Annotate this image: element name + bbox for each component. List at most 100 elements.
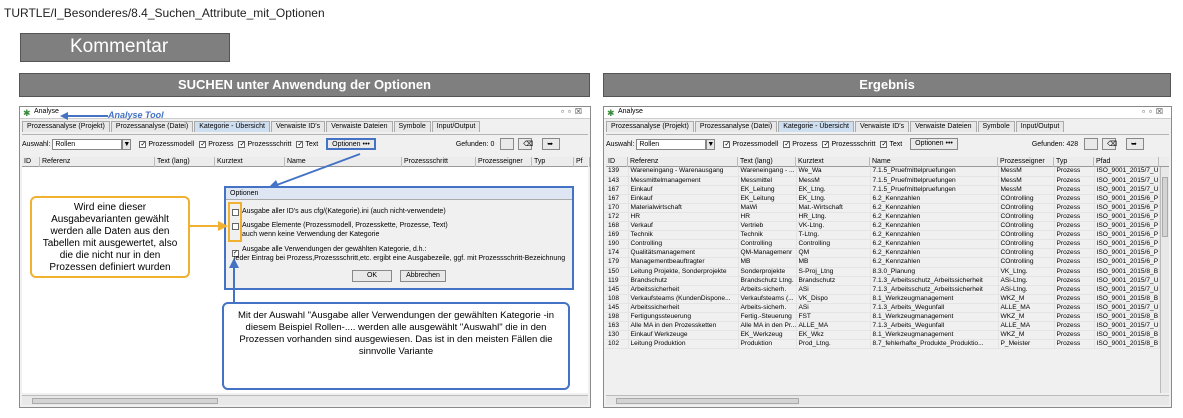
column-header[interactable]: ID xyxy=(606,157,628,167)
column-header[interactable]: Prozesseigner xyxy=(476,157,532,167)
table-row[interactable]: 174 Qualitätsmanagement QM-Managemenr QM 6.2… xyxy=(606,248,1160,259)
tab-symbole[interactable]: Symbole xyxy=(977,121,1015,132)
tab-prozessanalyse-datei[interactable]: Prozessanalyse (Datei) xyxy=(110,121,194,132)
table-cell: Technik xyxy=(738,230,797,241)
table-row[interactable]: 145 Arbeitssicherheit Arbeits-sicherh. ASi 7… xyxy=(606,303,1160,314)
checkbox-prozessschritt[interactable]: ✓ xyxy=(822,140,830,148)
table-cell: HR_Ltng. xyxy=(796,212,871,223)
edit-icon[interactable]: ⌫ xyxy=(518,138,533,150)
table-row[interactable]: 169 Technik Technik T-Ltng. 6.2_Kennzahlen CO… xyxy=(606,230,1160,241)
table-cell: Controlling xyxy=(796,239,871,250)
column-header[interactable]: Pfad xyxy=(1094,157,1159,167)
tab-input-output[interactable]: Input/Output xyxy=(1015,121,1065,132)
results-table: 139 Wareneingang - Warenausgang Wareneinga… xyxy=(606,167,1160,350)
tab-prozessanalyse-datei[interactable]: Prozessanalyse (Datei) xyxy=(694,121,778,132)
table-row[interactable]: 172 HR HR HR_Ltng. 6.2_Kennzahlen COntrolling… xyxy=(606,212,1160,223)
table-cell: Prozess xyxy=(1054,194,1095,204)
options-dialog: Optionen Ausgabe aller ID's aus cfg/(Kat… xyxy=(224,186,574,290)
option-label: Ausgabe aller ID's aus cfg/(Kategorie).i… xyxy=(242,208,446,215)
tab-verwaiste-ids[interactable]: Verwaiste ID's xyxy=(270,121,326,132)
column-header[interactable]: ID xyxy=(22,157,40,167)
column-header[interactable]: Text (lang) xyxy=(738,157,796,167)
column-header[interactable]: Kurztext xyxy=(796,157,870,167)
clear-button[interactable] xyxy=(1084,138,1099,150)
column-header[interactable]: Typ xyxy=(532,157,574,167)
table-row[interactable]: 179 Managementbeauftragter MB MB 6.2_Kennzah… xyxy=(606,257,1160,268)
tab-kategorie-uebersicht[interactable]: Kategorie - Übersicht xyxy=(778,121,854,132)
window-controls[interactable]: ▫▫☒ xyxy=(1142,107,1167,116)
table-cell: ISO_9001_2015/8_B xyxy=(1094,294,1160,304)
checkbox-prozessschritt[interactable]: ✓ xyxy=(238,140,246,148)
table-row[interactable]: 139 Wareneingang - Warenausgang Wareneinga… xyxy=(606,167,1160,177)
table-row[interactable]: 150 Leitung Projekte, Sonderprojekte Sonde… xyxy=(606,267,1160,277)
table-cell: EK_Ltng. xyxy=(796,194,871,204)
table-row[interactable]: 163 Alle MA in den Prozessketten Alle MA i… xyxy=(606,321,1160,332)
table-cell: Einkauf xyxy=(628,185,739,195)
table-row[interactable]: 108 Verkaufsteams (KundenDispone... Verkau… xyxy=(606,294,1160,304)
tab-kategorie-uebersicht[interactable]: Kategorie - Übersicht xyxy=(194,121,270,132)
tab-prozessanalyse-projekt[interactable]: Prozessanalyse (Projekt) xyxy=(22,121,110,132)
tab-verwaiste-ids[interactable]: Verwaiste ID's xyxy=(854,121,910,132)
table-row[interactable]: 143 Messmittelmanagement Messmittel MessM 7.… xyxy=(606,176,1160,186)
tab-symbole[interactable]: Symbole xyxy=(393,121,431,132)
column-header[interactable]: Referenz xyxy=(628,157,738,167)
column-header[interactable]: Typ xyxy=(1054,157,1094,167)
table-row[interactable]: 168 Verkauf Vertrieb VK-Ltng. 6.2_Kennzahlen… xyxy=(606,221,1160,232)
options-button[interactable]: Optionen ••• xyxy=(326,138,376,150)
column-header[interactable]: Prozesseigner xyxy=(998,157,1054,167)
checkbox-text[interactable]: ✓ xyxy=(880,140,888,148)
table-cell: ISO_9001_2015/7_U xyxy=(1094,167,1160,177)
table-cell: Fertigungssteuerung xyxy=(628,312,739,323)
ok-button[interactable]: OK xyxy=(352,270,392,282)
checkbox-prozessmodell[interactable]: ✓ xyxy=(723,140,731,148)
table-cell: T-Ltng. xyxy=(796,230,871,241)
window-controls[interactable]: ▫▫☒ xyxy=(561,107,586,116)
checkbox-label: Prozessschritt xyxy=(247,140,292,148)
table-cell: P_Meister xyxy=(998,339,1055,350)
table-cell: 8.1_Werkzeugmanagement xyxy=(870,294,999,304)
horizontal-scrollbar[interactable] xyxy=(22,395,588,405)
horizontal-scrollbar[interactable] xyxy=(606,395,1169,405)
table-row[interactable]: 167 Einkauf EK_Leitung EK_Ltng. 6.2_Kennzahl… xyxy=(606,194,1160,204)
checkbox-text[interactable]: ✓ xyxy=(296,140,304,148)
chevron-down-icon[interactable]: ▼ xyxy=(706,138,716,150)
table-row[interactable]: 119 Brandschutz Brandschutz Ltng. Brandschu… xyxy=(606,276,1160,286)
checkbox-prozess[interactable]: ✓ xyxy=(783,140,791,148)
cancel-button[interactable]: Abbrechen xyxy=(400,270,446,282)
clear-button[interactable] xyxy=(500,138,515,150)
table-cell: Prozess xyxy=(1054,303,1095,314)
run-arrow-icon[interactable]: ➥ xyxy=(542,138,561,150)
edit-icon[interactable]: ⌫ xyxy=(1102,138,1117,150)
tab-prozessanalyse-projekt[interactable]: Prozessanalyse (Projekt) xyxy=(606,121,694,132)
table-cell: EK_Leitung xyxy=(738,194,797,204)
options-button[interactable]: Optionen ••• xyxy=(910,138,958,150)
auswahl-select[interactable]: Rollen xyxy=(636,138,707,150)
tab-verwaiste-dateien[interactable]: Verwaiste Dateien xyxy=(326,121,393,132)
auswahl-select[interactable]: Rollen xyxy=(52,138,123,150)
column-header[interactable]: Prozessschritt xyxy=(402,157,476,167)
table-cell: Wareneingang - ... xyxy=(738,167,797,177)
table-row[interactable]: 167 Einkauf EK_Leitung EK_Ltng. 7.1.5_Pruefm… xyxy=(606,185,1160,195)
column-header[interactable]: Pf xyxy=(574,157,590,167)
table-cell: Prozess xyxy=(1054,239,1095,250)
chevron-down-icon[interactable]: ▼ xyxy=(122,138,132,150)
vertical-scrollbar[interactable] xyxy=(1160,167,1169,393)
column-header[interactable]: Name xyxy=(870,157,998,167)
checkbox-prozessmodell[interactable]: ✓ xyxy=(139,140,147,148)
table-row[interactable]: 170 Materialwirtschaft MaWi Mat.-Wirtschaft… xyxy=(606,203,1160,213)
table-row[interactable]: 102 Leitung Produktion Produktion Prod_Ltng… xyxy=(606,339,1160,350)
table-cell: Materialwirtschaft xyxy=(628,203,739,213)
tab-input-output[interactable]: Input/Output xyxy=(431,121,481,132)
checkbox-prozess[interactable]: ✓ xyxy=(199,140,207,148)
table-cell: Brandschutz Ltng. xyxy=(738,276,797,286)
column-header[interactable]: Text (lang) xyxy=(155,157,215,167)
tab-verwaiste-dateien[interactable]: Verwaiste Dateien xyxy=(910,121,977,132)
run-arrow-icon[interactable]: ➥ xyxy=(1126,138,1145,150)
table-row[interactable]: 145 Arbeitssicherheit Arbeits-sicherh. ASi 7… xyxy=(606,285,1160,295)
table-row[interactable]: 198 Fertigungssteuerung Fertig.-Steuerung F… xyxy=(606,312,1160,323)
table-row[interactable]: 130 Einkauf Werkzeuge EK_Werkzeug EK_Wkz 8.1… xyxy=(606,330,1160,341)
table-cell: Controlling xyxy=(628,239,739,250)
table-row[interactable]: 190 Controlling Controlling Controlling 6.2_… xyxy=(606,239,1160,250)
column-header[interactable]: Referenz xyxy=(40,157,155,167)
table-cell: FST xyxy=(796,312,871,323)
